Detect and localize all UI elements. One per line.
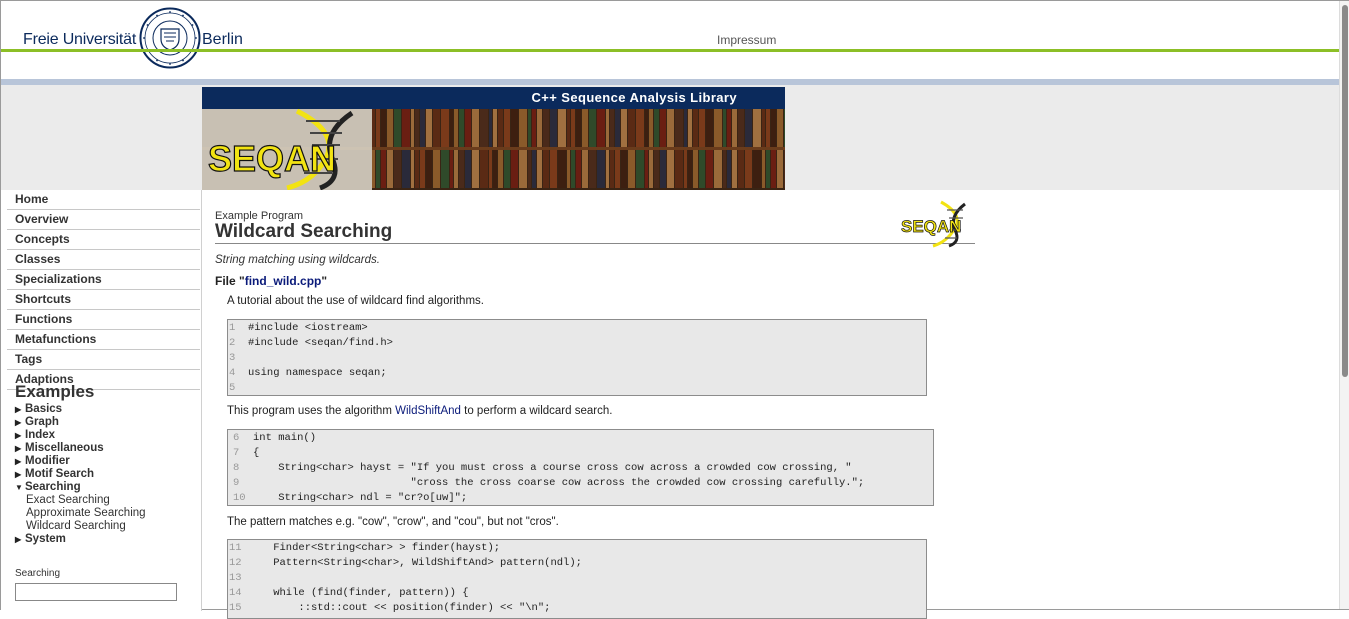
nav-link-metafunctions[interactable]: Metafunctions (7, 331, 200, 348)
nav-link-tags[interactable]: Tags (7, 351, 200, 368)
nav-item-home: Home (7, 190, 200, 210)
code-block-2: 6 int main() 7{ 8 String<char> hayst = "I… (227, 429, 934, 506)
title-divider (215, 243, 975, 244)
tree-subitem-exact-searching[interactable]: Exact Searching (15, 494, 146, 507)
header-accent-line (1, 49, 1339, 52)
impressum-link[interactable]: Impressum (717, 33, 776, 47)
page-title: Wildcard Searching (215, 221, 393, 242)
tree-item-graph[interactable]: ▶ Graph (15, 416, 146, 429)
code-block-1: 1 #include <iostream> 2 #include <seqan/fi… (227, 319, 927, 396)
vertical-scrollbar[interactable] (1339, 1, 1349, 609)
nav-item-overview: Overview (7, 210, 200, 230)
nav-link-concepts[interactable]: Concepts (7, 231, 200, 248)
sidebar: Home Overview Concepts Classes Specializ… (1, 190, 202, 611)
tree-item-system[interactable]: ▶ System (15, 533, 146, 546)
code-line: 14 while (find(finder, pattern)) { (229, 587, 469, 599)
university-logo-city[interactable]: Berlin (202, 31, 243, 49)
triangle-right-icon: ▶ (15, 535, 22, 544)
intro-paragraph: A tutorial about the use of wildcard fin… (227, 295, 484, 307)
tree-subitem-wildcard-searching[interactable]: Wildcard Searching (15, 520, 146, 533)
page-description: String matching using wildcards. (215, 254, 380, 266)
triangle-right-icon: ▶ (15, 470, 22, 479)
main-nav: Home Overview Concepts Classes Specializ… (1, 190, 201, 390)
triangle-right-icon: ▶ (15, 405, 22, 414)
algorithm-paragraph: This program uses the algorithm WildShif… (227, 405, 613, 417)
banner-tagline: C++ Sequence Analysis Library (202, 87, 785, 109)
nav-item-specializations: Specializations (7, 270, 200, 290)
tree-subitem-approximate-searching[interactable]: Approximate Searching (15, 507, 146, 520)
nav-item-metafunctions: Metafunctions (7, 330, 200, 350)
code-line: 3 (229, 352, 236, 364)
search-label: Searching (15, 568, 61, 579)
nav-link-specializations[interactable]: Specializations (7, 271, 200, 288)
tree-item-basics[interactable]: ▶ Basics (15, 403, 146, 416)
nav-link-overview[interactable]: Overview (7, 211, 200, 228)
file-heading: File "find_wild.cpp" (215, 274, 328, 288)
triangle-right-icon: ▶ (15, 444, 22, 453)
nav-item-concepts: Concepts (7, 230, 200, 250)
triangle-right-icon: ▶ (15, 457, 22, 466)
code-line: 5 (229, 382, 236, 394)
seqan-logo-icon: SEQAN (901, 200, 966, 248)
tree-item-motif-search[interactable]: ▶ Motif Search (15, 468, 146, 481)
site-header: Freie Universität Berlin Impressum (1, 1, 1339, 79)
file-link[interactable]: find_wild.cpp (245, 274, 322, 288)
code-line: 6 int main() (233, 432, 317, 444)
nav-link-classes[interactable]: Classes (7, 251, 200, 268)
wildshiftand-link[interactable]: WildShiftAnd (395, 405, 461, 417)
nav-item-tags: Tags (7, 350, 200, 370)
seqan-banner[interactable]: C++ Sequence Analysis Library SEQAN (202, 87, 785, 190)
code-line: 4 using namespace seqan; (229, 367, 387, 379)
examples-heading[interactable]: Examples (15, 382, 94, 402)
code-line: 11 Finder<String<char> > finder(hayst); (229, 542, 501, 554)
code-line: 12 Pattern<String<char>, WildShiftAnd> p… (229, 557, 582, 569)
code-line: 2 #include <seqan/find.h> (229, 337, 393, 349)
code-block-3: 11 Finder<String<char> > finder(hayst); … (227, 539, 927, 619)
university-logo-text[interactable]: Freie Universität (23, 31, 136, 49)
search-input[interactable] (15, 583, 177, 601)
nav-link-shortcuts[interactable]: Shortcuts (7, 291, 200, 308)
tree-item-miscellaneous[interactable]: ▶ Miscellaneous (15, 442, 146, 455)
code-line: 13 (229, 572, 242, 584)
code-line: 1 #include <iostream> (229, 322, 368, 334)
seqan-logo-text: SEQAN (208, 138, 336, 179)
scrollbar-thumb[interactable] (1342, 5, 1348, 377)
pattern-paragraph: The pattern matches e.g. "cow", "crow", … (227, 516, 559, 528)
nav-link-functions[interactable]: Functions (7, 311, 200, 328)
tree-item-index[interactable]: ▶ Index (15, 429, 146, 442)
code-line: 9 "cross the cross coarse cow across the… (233, 477, 865, 489)
university-seal-icon[interactable] (139, 7, 201, 69)
code-line: 10 String<char> ndl = "cr?o[uw]"; (233, 492, 468, 504)
tree-item-searching[interactable]: ▼ Searching (15, 481, 146, 494)
nav-item-classes: Classes (7, 250, 200, 270)
nav-item-functions: Functions (7, 310, 200, 330)
library-bookshelf-image: SEQAN (202, 109, 785, 190)
nav-link-home[interactable]: Home (7, 191, 200, 208)
triangle-right-icon: ▶ (15, 418, 22, 427)
tree-item-modifier[interactable]: ▶ Modifier (15, 455, 146, 468)
examples-tree: ▶ Basics ▶ Graph ▶ Index ▶ Miscellaneous ▶ Mo… (15, 403, 146, 546)
triangle-right-icon: ▶ (15, 431, 22, 440)
code-line: 15 ::std::cout << position(finder) << "\… (229, 602, 551, 614)
code-line: 7{ (233, 447, 260, 459)
mini-logo-text: SEQAN (901, 217, 961, 236)
nav-item-shortcuts: Shortcuts (7, 290, 200, 310)
code-line: 8 String<char> hayst = "If you must cros… (233, 462, 852, 474)
triangle-down-icon: ▼ (15, 483, 23, 492)
